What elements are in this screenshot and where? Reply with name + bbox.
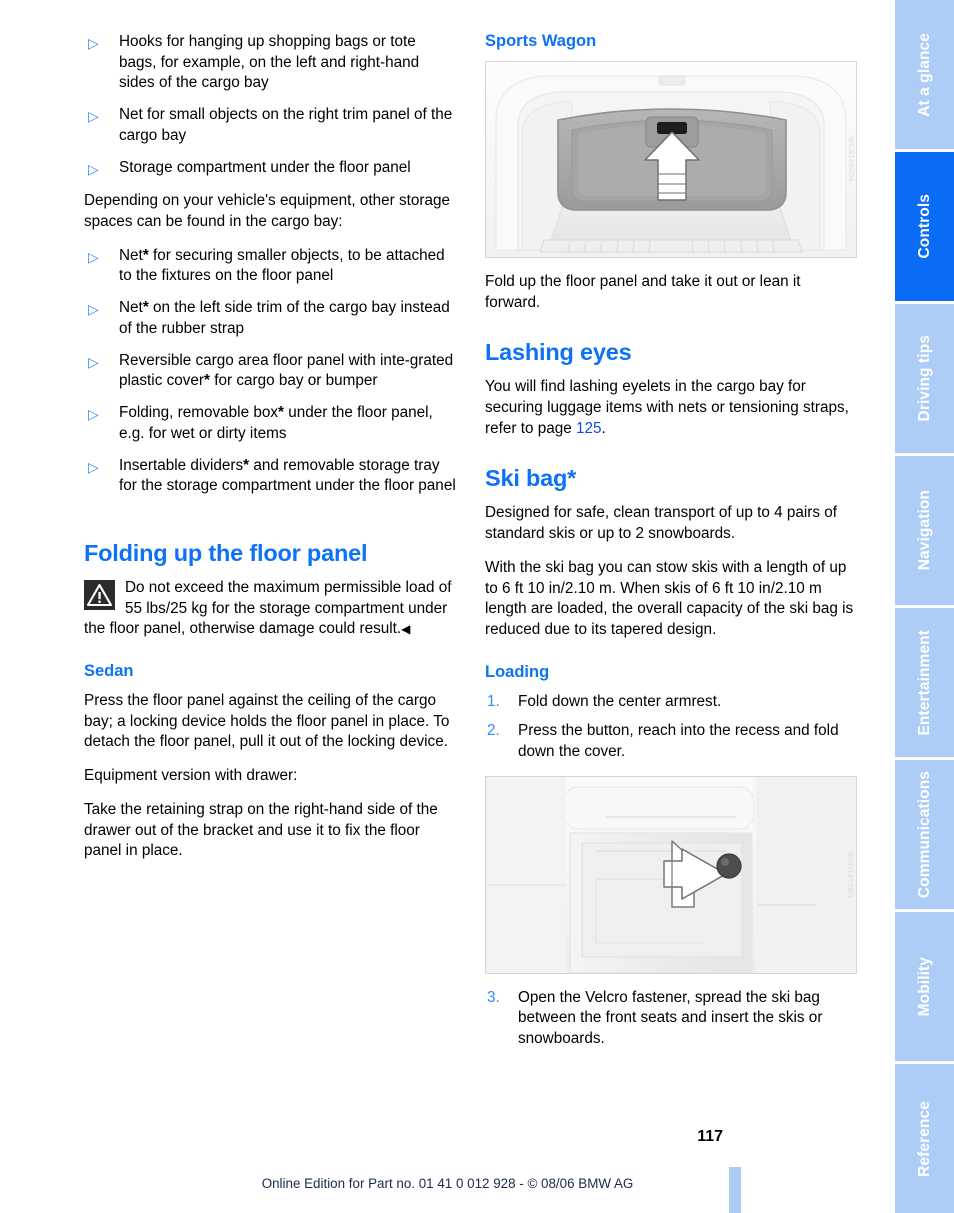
heading-sports-wagon: Sports Wagon <box>485 32 597 50</box>
left-column: ▷ Hooks for hanging up shopping bags or … <box>84 32 456 875</box>
lashing-eyes-paragraph: You will find lashing eyelets in the car… <box>485 378 849 437</box>
sidebar-tab-at-a-glance[interactable]: At a glance <box>895 0 954 152</box>
loading-steps-list: 1. Fold down the center armrest. 2. Pres… <box>485 692 857 763</box>
cargo-features-list: ▷ Hooks for hanging up shopping bags or … <box>84 32 456 178</box>
heading-folding-up-the-floor-panel: Folding up the floor panel <box>84 539 368 566</box>
sidebar-tab-label: Controls <box>915 194 933 259</box>
sidebar-tab-label: Navigation <box>915 490 933 571</box>
sidebar-tab-label: Entertainment <box>915 629 933 736</box>
step-number: 3. <box>487 988 500 1006</box>
triangle-bullet-icon: ▷ <box>88 108 99 125</box>
sidebar-tab-entertainment[interactable]: Entertainment <box>895 608 954 760</box>
sidebar-tab-label: Communications <box>915 770 933 899</box>
sedan-paragraph-2: Equipment version with drawer: <box>84 767 298 785</box>
list-item-text: Net* on the left side trim of the cargo … <box>119 299 450 337</box>
triangle-bullet-icon: ▷ <box>88 406 99 423</box>
list-item: 1. Fold down the center armrest. <box>485 692 857 713</box>
step-number: 2. <box>487 722 500 740</box>
right-column: Sports Wagon WCN14BA04 Fold up the floor… <box>485 32 857 1063</box>
section-tab-rail: At a glance Controls Driving tips Naviga… <box>895 0 954 1213</box>
heading-lashing-eyes: Lashing eyes <box>485 339 632 366</box>
warning-text: Do not exceed the maximum permissible lo… <box>84 578 452 638</box>
list-item: ▷ Folding, removable box* under the floo… <box>84 403 456 444</box>
sidebar-tab-label: Mobility <box>915 956 933 1017</box>
loading-step-3-list: 3. Open the Velcro fastener, spread the … <box>485 988 857 1050</box>
list-item-text: Reversible cargo area floor panel with i… <box>119 351 454 390</box>
triangle-bullet-icon: ▷ <box>88 301 99 318</box>
triangle-bullet-icon: ▷ <box>88 248 99 265</box>
intro-paragraph: Depending on your vehicle's equipment, o… <box>84 192 451 231</box>
armrest-cover-button-illustration: WCN14TCM1 <box>485 775 857 974</box>
heading-sedan: Sedan <box>84 662 134 681</box>
figure-id-label: WCN14TCM1 <box>845 851 853 899</box>
equipment-options-list: ▷ Net* for securing smaller objects, to … <box>84 246 456 497</box>
sidebar-tab-mobility[interactable]: Mobility <box>895 912 954 1064</box>
sidebar-tab-reference[interactable]: Reference <box>895 1064 954 1213</box>
list-item-text: Storage compartment under the floor pane… <box>119 158 411 176</box>
sports-wagon-paragraph: Fold up the floor panel and take it out … <box>485 272 801 311</box>
warning-notice: Do not exceed the maximum permissible lo… <box>84 578 456 640</box>
manual-page: ▷ Hooks for hanging up shopping bags or … <box>0 0 954 1213</box>
page-number: 117 <box>697 1128 723 1145</box>
list-item: ▷ Net* on the left side trim of the carg… <box>84 298 456 339</box>
list-item: ▷ Hooks for hanging up shopping bags or … <box>84 32 456 94</box>
footer-text: Online Edition for Part no. 01 41 0 012 … <box>261 1176 634 1191</box>
sidebar-tab-label: At a glance <box>915 32 933 117</box>
list-item-text: Hooks for hanging up shopping bags or to… <box>119 33 420 92</box>
step-text: Fold down the center armrest. <box>518 692 722 710</box>
sedan-paragraph-1: Press the floor panel against the ceilin… <box>84 691 450 751</box>
ski-bag-paragraph-2: With the ski bag you can stow skis with … <box>485 558 854 639</box>
sidebar-tab-controls[interactable]: Controls <box>895 152 954 304</box>
sidebar-tab-driving-tips[interactable]: Driving tips <box>895 304 954 456</box>
warning-end-marker: ◀ <box>401 622 411 637</box>
list-item-text: Net* for securing smaller objects, to be… <box>119 246 445 285</box>
list-item-text: Net for small objects on the right trim … <box>119 106 453 144</box>
page-reference-link[interactable]: 125 <box>576 420 602 437</box>
list-item: 2. Press the button, reach into the rece… <box>485 721 857 762</box>
triangle-bullet-icon: ▷ <box>88 35 99 51</box>
list-item-text: Insertable dividers* and removable stora… <box>119 456 456 495</box>
ski-bag-paragraph-1: Designed for safe, clean transport of up… <box>485 504 838 543</box>
list-item: 3. Open the Velcro fastener, spread the … <box>485 988 857 1050</box>
footer: Online Edition for Part no. 01 41 0 012 … <box>0 1175 895 1193</box>
step-number: 1. <box>487 692 500 710</box>
list-item: ▷ Reversible cargo area floor panel with… <box>84 351 456 392</box>
list-item-text: Folding, removable box* under the floor … <box>119 404 433 442</box>
sidebar-tab-communications[interactable]: Communications <box>895 760 954 912</box>
list-item: ▷ Net for small objects on the right tri… <box>84 105 456 146</box>
sidebar-tab-label: Driving tips <box>915 335 933 422</box>
triangle-bullet-icon: ▷ <box>88 353 99 370</box>
heading-ski-bag: Ski bag* <box>485 465 577 492</box>
figure-id-label: WCN14BA04 <box>846 136 854 182</box>
step-text: Press the button, reach into the recess … <box>518 722 839 760</box>
sidebar-tab-navigation[interactable]: Navigation <box>895 456 954 608</box>
sedan-paragraph-3: Take the retaining strap on the right-ha… <box>84 800 438 860</box>
step-text: Open the Velcro fastener, spread the ski… <box>518 988 823 1048</box>
heading-loading: Loading <box>485 662 550 681</box>
list-item: ▷ Net* for securing smaller objects, to … <box>84 246 456 287</box>
list-item: ▷ Storage compartment under the floor pa… <box>84 158 456 179</box>
list-item: ▷ Insertable dividers* and removable sto… <box>84 456 456 497</box>
sidebar-tab-label: Reference <box>915 1100 933 1177</box>
triangle-bullet-icon: ▷ <box>88 458 99 475</box>
warning-triangle-icon <box>84 579 115 610</box>
triangle-bullet-icon: ▷ <box>88 160 99 177</box>
cargo-bay-floor-panel-illustration: WCN14BA04 <box>485 60 857 258</box>
